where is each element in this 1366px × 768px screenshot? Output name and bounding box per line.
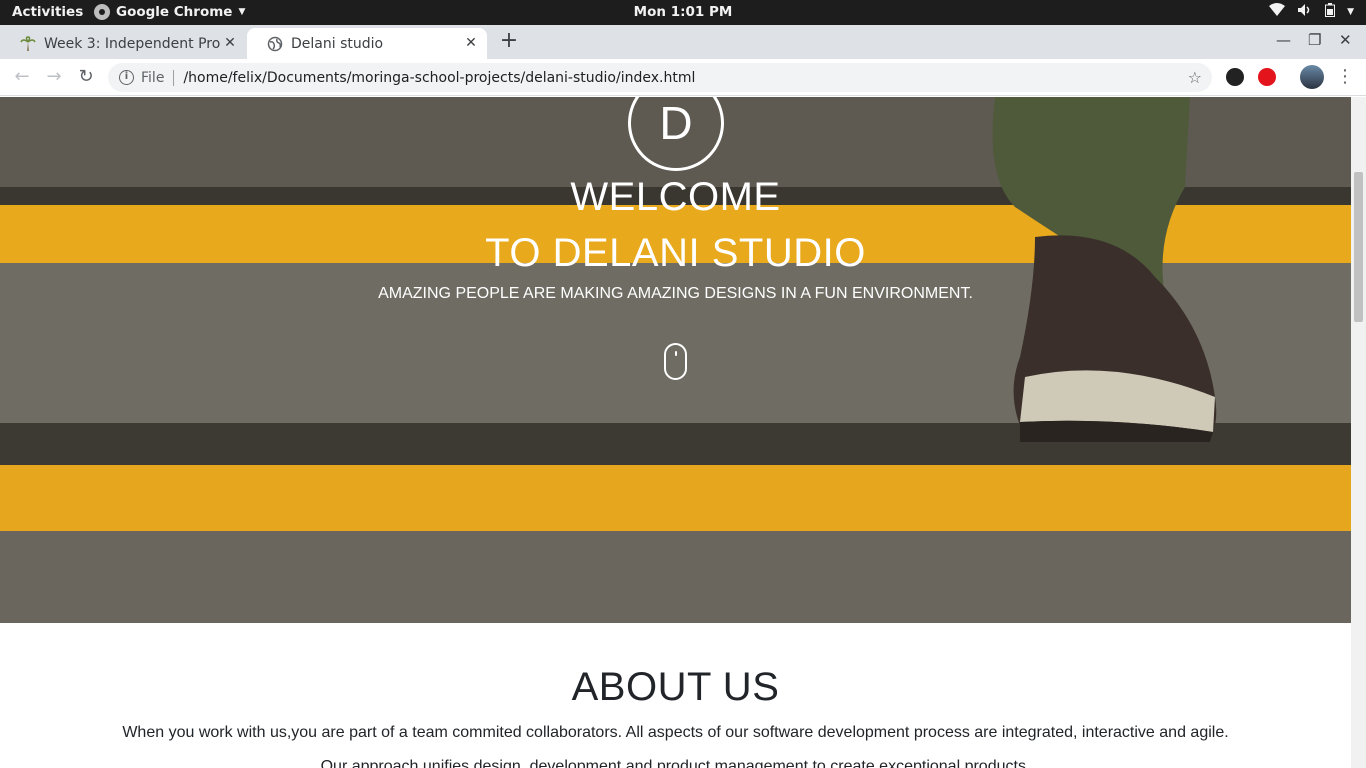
palm-tree-favicon-icon xyxy=(20,35,36,52)
wifi-icon xyxy=(1269,3,1286,21)
close-tab-icon[interactable]: ✕ xyxy=(463,35,479,51)
profile-avatar[interactable] xyxy=(1300,65,1324,89)
tab-week3[interactable]: Week 3: Independent Proj ✕ xyxy=(0,28,246,59)
address-bar[interactable]: i File /home/felix/Documents/moringa-sch… xyxy=(108,63,1212,92)
extension-icon[interactable] xyxy=(1226,68,1244,86)
system-top-bar: Activities Google Chrome ▼ Mon 1:01 PM ▼ xyxy=(0,0,1366,25)
about-paragraph: When you work with us,you are part of a … xyxy=(122,724,1229,741)
info-icon[interactable]: i xyxy=(119,70,134,85)
volume-icon xyxy=(1297,3,1313,21)
tab-title: Week 3: Independent Proj xyxy=(44,35,220,52)
tab-delani-studio[interactable]: Delani studio ✕ xyxy=(247,28,487,59)
battery-icon xyxy=(1325,3,1336,21)
page-viewport: D WELCOME TO DELANI STUDIO AMAZING PEOPL… xyxy=(0,97,1351,768)
back-arrow-icon[interactable]: ← xyxy=(11,66,33,88)
tab-strip: Week 3: Independent Proj ✕ Delani studio… xyxy=(0,25,1366,59)
url-text[interactable]: /home/felix/Documents/moringa-school-pro… xyxy=(183,70,1187,86)
hero-bg-yellow-stripe xyxy=(0,465,1351,531)
about-heading: ABOUT US xyxy=(571,665,780,709)
hero-section: D WELCOME TO DELANI STUDIO AMAZING PEOPL… xyxy=(0,97,1351,623)
reload-icon[interactable]: ↻ xyxy=(75,66,97,88)
caret-down-icon: ▼ xyxy=(1347,7,1354,17)
bookmark-star-icon[interactable]: ☆ xyxy=(1188,68,1202,87)
scrollbar-thumb[interactable] xyxy=(1354,172,1363,322)
scheme-label: File xyxy=(141,69,165,86)
hero-heading-line1: WELCOME xyxy=(570,175,781,219)
globe-favicon-icon xyxy=(267,36,283,52)
restore-icon[interactable]: ❐ xyxy=(1308,31,1321,49)
new-tab-button[interactable]: + xyxy=(498,30,520,52)
tab-title: Delani studio xyxy=(291,35,384,52)
hero-bg-step xyxy=(0,531,1351,623)
system-tray[interactable]: ▼ xyxy=(1269,3,1354,21)
scroll-mouse-icon[interactable] xyxy=(664,343,687,380)
forward-arrow-icon[interactable]: → xyxy=(43,66,65,88)
opera-extension-icon[interactable] xyxy=(1258,68,1276,86)
close-tab-icon[interactable]: ✕ xyxy=(222,35,238,51)
about-paragraph: Our approach unifies design, development… xyxy=(320,758,1031,768)
browser-toolbar: ← → ↻ i File /home/felix/Documents/morin… xyxy=(0,59,1366,96)
close-window-icon[interactable]: ✕ xyxy=(1339,31,1352,49)
omnibox-divider xyxy=(173,69,175,86)
about-section: ABOUT US When you work with us,you are p… xyxy=(0,623,1351,768)
page-scrollbar[interactable] xyxy=(1351,97,1366,768)
hero-tagline: AMAZING PEOPLE ARE MAKING AMAZING DESIGN… xyxy=(378,285,973,302)
menu-dots-icon[interactable]: ⋮ xyxy=(1334,66,1356,88)
minimize-icon[interactable]: — xyxy=(1276,31,1291,49)
clock[interactable]: Mon 1:01 PM xyxy=(0,4,1366,20)
hero-heading-line2: TO DELANI STUDIO xyxy=(485,231,866,275)
